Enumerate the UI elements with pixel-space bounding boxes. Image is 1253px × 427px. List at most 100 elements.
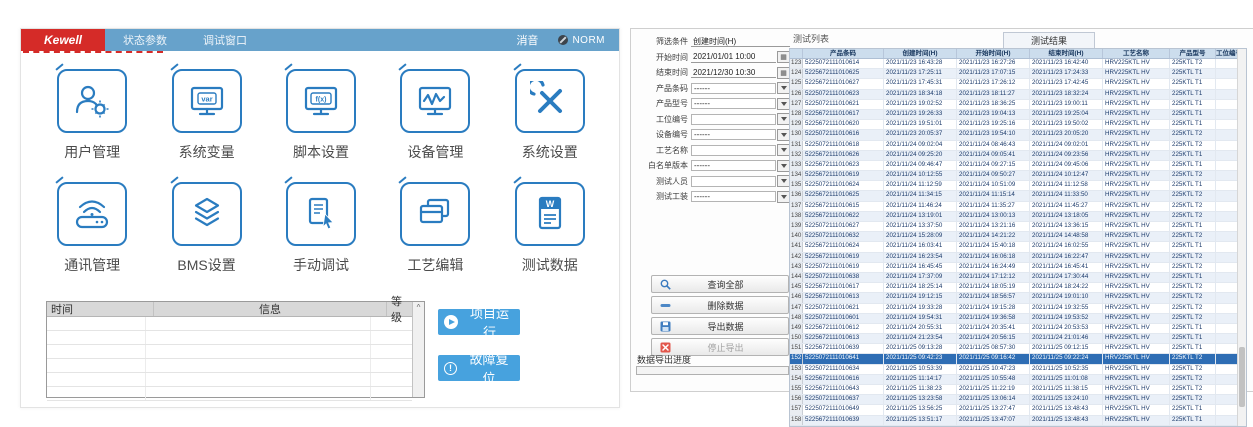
filter-input-filter-criteria[interactable]: 创建时间(H) [691, 36, 790, 47]
table-row-137[interactable]: 13752256721110106152021/11/24 11:46:2420… [790, 202, 1238, 212]
tile-script-settings[interactable]: f(x) [286, 69, 356, 133]
brand-tab-kewell[interactable]: Kewell [21, 29, 105, 51]
table-row-143[interactable]: 14352250721110106192021/11/24 16:45:4520… [790, 263, 1238, 273]
table-header-col-3[interactable]: 开始时间(H) [957, 49, 1030, 58]
log-row-empty[interactable] [47, 317, 412, 331]
table-row-123[interactable]: 12352250721110106142021/11/23 16:43:2820… [790, 59, 1238, 69]
table-row-129[interactable]: 12952256721110106202021/11/23 19:51:0120… [790, 120, 1238, 130]
cell: 225KTL T1 [1170, 181, 1216, 190]
tile-manual-debug[interactable] [286, 182, 356, 246]
log-row-empty[interactable] [47, 387, 412, 401]
cell [1216, 242, 1238, 251]
table-row-148[interactable]: 14852250721110106012021/11/24 19:54:3120… [790, 314, 1238, 324]
tile-system-settings[interactable] [515, 69, 585, 133]
cell: 2021/11/24 09:27:15 [957, 161, 1030, 170]
table-row-149[interactable]: 14952256721110106122021/11/24 20:55:3120… [790, 324, 1238, 334]
mute-button[interactable]: 消音 [516, 32, 538, 48]
log-row-empty[interactable] [47, 331, 412, 345]
test-result-button[interactable]: 测试结果 [1003, 32, 1095, 49]
table-row-155[interactable]: 15552256721110106432021/11/25 11:38:2320… [790, 385, 1238, 395]
table-row-128[interactable]: 12852256721110106172021/11/23 19:26:3320… [790, 110, 1238, 120]
table-row-150[interactable]: 15052256721110106132021/11/24 21:23:5420… [790, 334, 1238, 344]
tile-label-process-editor: 工艺编辑 [407, 255, 463, 275]
table-row-139[interactable]: 13952250721110106272021/11/24 13:37:5020… [790, 222, 1238, 232]
tile-bms-settings[interactable] [172, 182, 242, 246]
table-row-145[interactable]: 14552256721110106172021/11/24 18:25:1420… [790, 283, 1238, 293]
filter-input-product-model[interactable]: ------ [691, 98, 776, 109]
filter-input-start-time[interactable]: 2021/01/01 10:00 [691, 52, 776, 63]
tab-status-parameters[interactable]: 状态参数 [105, 32, 185, 48]
table-header-col-5[interactable]: 工艺名称 [1103, 49, 1170, 58]
log-row-empty[interactable] [47, 345, 412, 359]
filter-input-whitelist-version[interactable]: ------ [691, 160, 776, 171]
filter-row-end-time: 结束时间2021/12/30 10:30▦ [634, 67, 790, 78]
table-header-col-2[interactable]: 创建时间(H) [884, 49, 957, 58]
query-all-button[interactable]: 查询全部 [651, 275, 789, 293]
cell: 2021/11/24 19:33:28 [884, 304, 957, 313]
log-scrollbar[interactable]: ^ [412, 302, 424, 397]
table-row-157[interactable]: 15752250721110106492021/11/25 13:56:2520… [790, 405, 1238, 415]
cell: 5225072111010637 [803, 395, 884, 404]
table-row-140[interactable]: 14052250721110106322021/11/24 15:28:0920… [790, 232, 1238, 242]
cell: 5225672111010627 [803, 79, 884, 88]
filter-input-tester[interactable] [691, 176, 776, 187]
filter-input-end-time[interactable]: 2021/12/30 10:30 [691, 67, 776, 78]
cell: 5225672111010623 [803, 161, 884, 170]
tile-system-variables[interactable]: var [172, 69, 242, 133]
project-run-button[interactable]: 项目运行 [438, 309, 520, 335]
delete-data-button[interactable]: 删除数据 [651, 296, 789, 314]
table-row-144[interactable]: 14452250721110106382021/11/24 17:37:0920… [790, 273, 1238, 283]
table-header-col-1[interactable]: 产品条码 [803, 49, 884, 58]
fault-reset-button[interactable]: ! 故障复位 [438, 355, 520, 381]
filter-input-product-barcode[interactable]: ------ [691, 83, 776, 94]
table-row-138[interactable]: 13852256721110106222021/11/24 13:19:0120… [790, 212, 1238, 222]
table-row-151[interactable]: 15152256721110106392021/11/25 09:13:2820… [790, 344, 1238, 354]
table-row-134[interactable]: 13452256721110106192021/11/24 10:12:5520… [790, 171, 1238, 181]
table-row-158[interactable]: 15852256721110106392021/11/25 13:51:1720… [790, 416, 1238, 426]
filter-row-product-model: 产品型号------ [634, 98, 790, 109]
table-row-146[interactable]: 14652256721110106132021/11/24 19:12:1520… [790, 293, 1238, 303]
tile-user-management[interactable] [57, 69, 127, 133]
table-row-154[interactable]: 15452256721110106162021/11/25 11:14:1720… [790, 375, 1238, 385]
row-number: 144 [790, 273, 803, 282]
log-row-empty[interactable] [47, 373, 412, 387]
table-header-col-6[interactable]: 产品型号 [1170, 49, 1216, 58]
table-scrollbar-thumb[interactable] [1239, 347, 1245, 407]
tile-process-editor[interactable] [400, 182, 470, 246]
table-row-153[interactable]: 15352250721110106342021/11/25 10:53:3920… [790, 365, 1238, 375]
table-scrollbar[interactable] [1237, 49, 1246, 426]
row-number: 131 [790, 141, 803, 150]
table-row-152[interactable]: 15252250721110106412021/11/25 09:42:2320… [790, 354, 1238, 364]
table-row-132[interactable]: 13252256721110106262021/11/24 09:25:2020… [790, 151, 1238, 161]
table-row-133[interactable]: 13352256721110106232021/11/24 09:46:4720… [790, 161, 1238, 171]
tile-communication-management[interactable] [57, 182, 127, 246]
table-row-141[interactable]: 14152256721110106242021/11/24 16:03:4120… [790, 242, 1238, 252]
table-row-156[interactable]: 15652250721110106372021/11/25 13:23:5820… [790, 395, 1238, 405]
cell: 2021/11/25 11:01:08 [1030, 375, 1103, 384]
table-header-col-4[interactable]: 结束时间(H) [1030, 49, 1103, 58]
filter-input-device-number[interactable]: ------ [691, 129, 776, 140]
table-row-124[interactable]: 12452256721110106252021/11/23 17:25:1120… [790, 69, 1238, 79]
tile-device-management[interactable] [400, 69, 470, 133]
table-header-col-7[interactable]: 工位编号 [1216, 49, 1238, 58]
table-row-130[interactable]: 13052250721110106162021/11/23 20:05:3720… [790, 130, 1238, 140]
tab-debug-window[interactable]: 调试窗口 [185, 32, 265, 48]
test-list-title: 测试列表 [793, 32, 829, 45]
table-row-142[interactable]: 14252256721110106192021/11/24 16:23:5420… [790, 253, 1238, 263]
log-row-empty[interactable] [47, 359, 412, 373]
filter-input-test-fixture[interactable]: ------ [691, 191, 776, 202]
table-row-127[interactable]: 12752250721110106212021/11/23 19:02:5220… [790, 100, 1238, 110]
table-row-147[interactable]: 14752250721110106212021/11/24 19:33:2820… [790, 304, 1238, 314]
export-data-button[interactable]: 导出数据 [651, 317, 789, 335]
cell: 5225672111010616 [803, 375, 884, 384]
table-row-126[interactable]: 12652250721110106232021/11/23 18:34:1820… [790, 90, 1238, 100]
table-row-125[interactable]: 12552256721110106272021/11/23 17:45:3120… [790, 79, 1238, 89]
filter-input-station-number[interactable] [691, 114, 776, 125]
table-row-136[interactable]: 13652256721110106252021/11/24 11:34:1520… [790, 191, 1238, 201]
table-header-col-0[interactable] [790, 49, 803, 58]
table-row-135[interactable]: 13552250721110106242021/11/24 11:12:5920… [790, 181, 1238, 191]
filter-input-process-name[interactable] [691, 145, 776, 156]
table-row-131[interactable]: 13152250721110106182021/11/24 09:02:0420… [790, 141, 1238, 151]
tile-test-data[interactable]: W [515, 182, 585, 246]
filter-label-tester: 测试人员 [634, 176, 691, 187]
